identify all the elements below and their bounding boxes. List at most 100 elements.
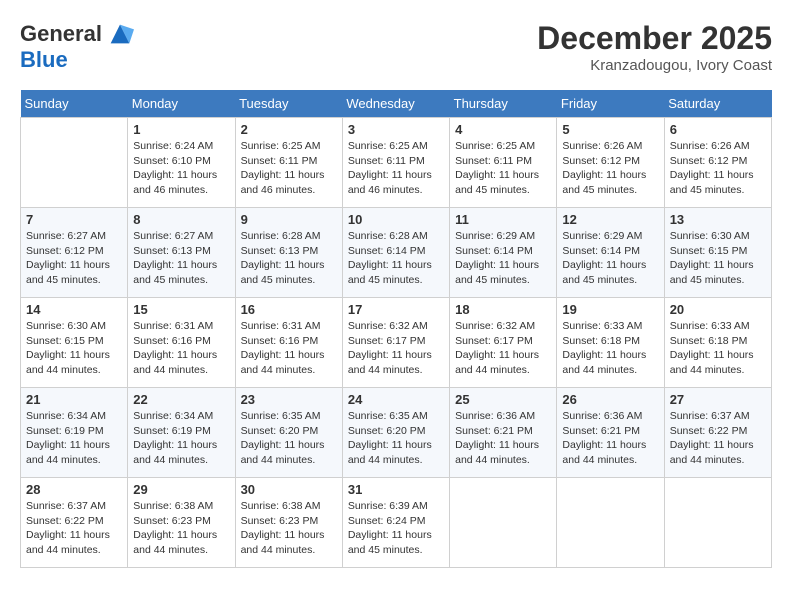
day-number: 19 (562, 302, 658, 317)
day-info: Sunrise: 6:26 AM Sunset: 6:12 PM Dayligh… (562, 139, 658, 198)
col-header-wednesday: Wednesday (342, 90, 449, 118)
calendar-cell: 16 Sunrise: 6:31 AM Sunset: 6:16 PM Dayli… (235, 298, 342, 388)
calendar-cell: 7 Sunrise: 6:27 AM Sunset: 6:12 PM Daylig… (21, 208, 128, 298)
col-header-friday: Friday (557, 90, 664, 118)
col-header-saturday: Saturday (664, 90, 771, 118)
day-number: 22 (133, 392, 229, 407)
day-info: Sunrise: 6:38 AM Sunset: 6:23 PM Dayligh… (133, 499, 229, 558)
calendar-cell: 3 Sunrise: 6:25 AM Sunset: 6:11 PM Daylig… (342, 118, 449, 208)
day-info: Sunrise: 6:28 AM Sunset: 6:14 PM Dayligh… (348, 229, 444, 288)
day-number: 29 (133, 482, 229, 497)
day-info: Sunrise: 6:31 AM Sunset: 6:16 PM Dayligh… (241, 319, 337, 378)
calendar-cell: 17 Sunrise: 6:32 AM Sunset: 6:17 PM Dayli… (342, 298, 449, 388)
day-number: 1 (133, 122, 229, 137)
calendar-cell: 29 Sunrise: 6:38 AM Sunset: 6:23 PM Dayli… (128, 478, 235, 568)
day-number: 12 (562, 212, 658, 227)
calendar-cell: 19 Sunrise: 6:33 AM Sunset: 6:18 PM Dayli… (557, 298, 664, 388)
page-header: General Blue December 2025 Kranzadougou,… (20, 20, 772, 74)
calendar-week-1: 1Sunrise: 6:24 AM Sunset: 6:10 PM Daylig… (21, 118, 772, 208)
day-info: Sunrise: 6:25 AM Sunset: 6:11 PM Dayligh… (241, 139, 337, 198)
day-number: 23 (241, 392, 337, 407)
calendar-cell (664, 478, 771, 568)
calendar-cell: 5 Sunrise: 6:26 AM Sunset: 6:12 PM Daylig… (557, 118, 664, 208)
day-info: Sunrise: 6:31 AM Sunset: 6:16 PM Dayligh… (133, 319, 229, 378)
day-info: Sunrise: 6:38 AM Sunset: 6:23 PM Dayligh… (241, 499, 337, 558)
calendar-cell: 18 Sunrise: 6:32 AM Sunset: 6:17 PM Dayli… (450, 298, 557, 388)
calendar-cell: 25Sunrise: 6:36 AM Sunset: 6:21 PM Dayli… (450, 388, 557, 478)
day-number: 5 (562, 122, 658, 137)
day-info: Sunrise: 6:26 AM Sunset: 6:12 PM Dayligh… (670, 139, 766, 198)
calendar-cell: 8Sunrise: 6:27 AM Sunset: 6:13 PM Daylig… (128, 208, 235, 298)
day-number: 31 (348, 482, 444, 497)
day-number: 16 (241, 302, 337, 317)
day-number: 3 (348, 122, 444, 137)
calendar-cell (450, 478, 557, 568)
logo-blue-text: Blue (20, 47, 68, 72)
day-number: 17 (348, 302, 444, 317)
calendar-cell: 28Sunrise: 6:37 AM Sunset: 6:22 PM Dayli… (21, 478, 128, 568)
day-info: Sunrise: 6:37 AM Sunset: 6:22 PM Dayligh… (26, 499, 122, 558)
calendar-cell: 22 Sunrise: 6:34 AM Sunset: 6:19 PM Dayli… (128, 388, 235, 478)
calendar-cell: 12Sunrise: 6:29 AM Sunset: 6:14 PM Dayli… (557, 208, 664, 298)
calendar-cell: 20 Sunrise: 6:33 AM Sunset: 6:18 PM Dayli… (664, 298, 771, 388)
day-info: Sunrise: 6:35 AM Sunset: 6:20 PM Dayligh… (241, 409, 337, 468)
col-header-tuesday: Tuesday (235, 90, 342, 118)
day-number: 7 (26, 212, 122, 227)
day-number: 18 (455, 302, 551, 317)
logo: General Blue (20, 20, 134, 72)
day-number: 2 (241, 122, 337, 137)
logo-icon (106, 20, 134, 48)
day-info: Sunrise: 6:36 AM Sunset: 6:21 PM Dayligh… (562, 409, 658, 468)
day-info: Sunrise: 6:29 AM Sunset: 6:14 PM Dayligh… (455, 229, 551, 288)
col-header-thursday: Thursday (450, 90, 557, 118)
calendar-cell: 1Sunrise: 6:24 AM Sunset: 6:10 PM Daylig… (128, 118, 235, 208)
day-info: Sunrise: 6:34 AM Sunset: 6:19 PM Dayligh… (26, 409, 122, 468)
calendar-cell: 2 Sunrise: 6:25 AM Sunset: 6:11 PM Daylig… (235, 118, 342, 208)
day-info: Sunrise: 6:32 AM Sunset: 6:17 PM Dayligh… (348, 319, 444, 378)
day-info: Sunrise: 6:33 AM Sunset: 6:18 PM Dayligh… (562, 319, 658, 378)
day-number: 15 (133, 302, 229, 317)
calendar-week-2: 7 Sunrise: 6:27 AM Sunset: 6:12 PM Daylig… (21, 208, 772, 298)
day-info: Sunrise: 6:34 AM Sunset: 6:19 PM Dayligh… (133, 409, 229, 468)
day-info: Sunrise: 6:37 AM Sunset: 6:22 PM Dayligh… (670, 409, 766, 468)
day-info: Sunrise: 6:39 AM Sunset: 6:24 PM Dayligh… (348, 499, 444, 558)
calendar-cell: 31 Sunrise: 6:39 AM Sunset: 6:24 PM Dayli… (342, 478, 449, 568)
calendar-cell: 15 Sunrise: 6:31 AM Sunset: 6:16 PM Dayli… (128, 298, 235, 388)
location: Kranzadougou, Ivory Coast (537, 57, 772, 74)
calendar-cell (557, 478, 664, 568)
day-info: Sunrise: 6:35 AM Sunset: 6:20 PM Dayligh… (348, 409, 444, 468)
calendar-week-4: 21 Sunrise: 6:34 AM Sunset: 6:19 PM Dayli… (21, 388, 772, 478)
day-number: 10 (348, 212, 444, 227)
calendar-cell (21, 118, 128, 208)
day-info: Sunrise: 6:25 AM Sunset: 6:11 PM Dayligh… (455, 139, 551, 198)
calendar-week-3: 14 Sunrise: 6:30 AM Sunset: 6:15 PM Dayli… (21, 298, 772, 388)
day-info: Sunrise: 6:30 AM Sunset: 6:15 PM Dayligh… (26, 319, 122, 378)
day-number: 26 (562, 392, 658, 407)
calendar-cell: 27Sunrise: 6:37 AM Sunset: 6:22 PM Dayli… (664, 388, 771, 478)
day-info: Sunrise: 6:28 AM Sunset: 6:13 PM Dayligh… (241, 229, 337, 288)
calendar-week-5: 28Sunrise: 6:37 AM Sunset: 6:22 PM Dayli… (21, 478, 772, 568)
logo-general-text: General (20, 22, 102, 46)
day-number: 4 (455, 122, 551, 137)
day-number: 30 (241, 482, 337, 497)
day-number: 9 (241, 212, 337, 227)
day-number: 8 (133, 212, 229, 227)
calendar-cell: 4 Sunrise: 6:25 AM Sunset: 6:11 PM Daylig… (450, 118, 557, 208)
day-info: Sunrise: 6:30 AM Sunset: 6:15 PM Dayligh… (670, 229, 766, 288)
calendar-header-row: SundayMondayTuesdayWednesdayThursdayFrid… (21, 90, 772, 118)
day-number: 20 (670, 302, 766, 317)
day-info: Sunrise: 6:25 AM Sunset: 6:11 PM Dayligh… (348, 139, 444, 198)
day-info: Sunrise: 6:36 AM Sunset: 6:21 PM Dayligh… (455, 409, 551, 468)
day-number: 11 (455, 212, 551, 227)
day-info: Sunrise: 6:27 AM Sunset: 6:12 PM Dayligh… (26, 229, 122, 288)
day-number: 14 (26, 302, 122, 317)
calendar-cell: 26 Sunrise: 6:36 AM Sunset: 6:21 PM Dayli… (557, 388, 664, 478)
day-number: 21 (26, 392, 122, 407)
calendar-cell: 30 Sunrise: 6:38 AM Sunset: 6:23 PM Dayli… (235, 478, 342, 568)
month-title: December 2025 (537, 20, 772, 57)
calendar-cell: 11 Sunrise: 6:29 AM Sunset: 6:14 PM Dayli… (450, 208, 557, 298)
day-info: Sunrise: 6:32 AM Sunset: 6:17 PM Dayligh… (455, 319, 551, 378)
calendar-cell: 14 Sunrise: 6:30 AM Sunset: 6:15 PM Dayli… (21, 298, 128, 388)
col-header-sunday: Sunday (21, 90, 128, 118)
day-info: Sunrise: 6:33 AM Sunset: 6:18 PM Dayligh… (670, 319, 766, 378)
